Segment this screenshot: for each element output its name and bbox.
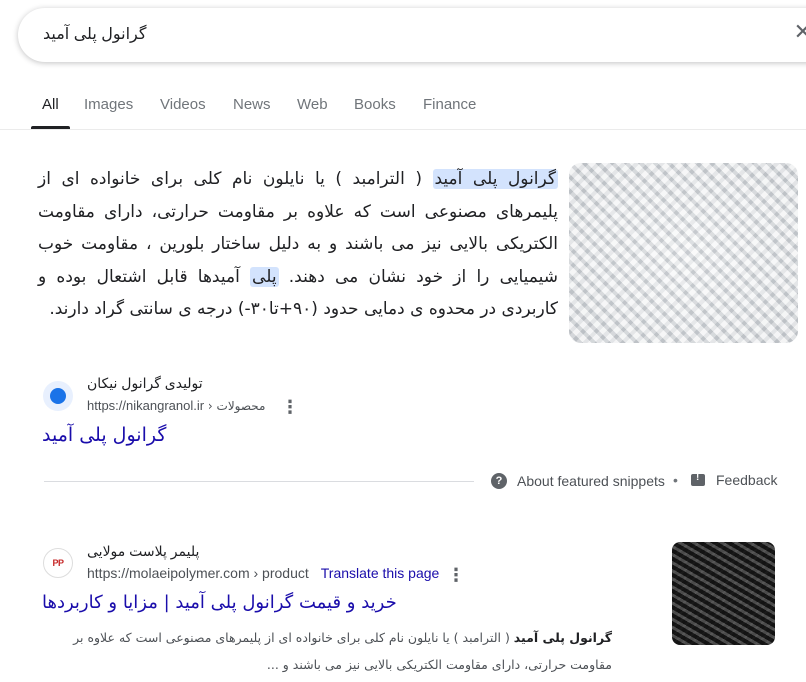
featured-snippet-text: گرانول پلی آمید ( الترامبد ) یا نایلون ن… bbox=[38, 163, 558, 326]
result-title-link[interactable]: خرید و قیمت گرانول پلی آمید | مزایا و کا… bbox=[42, 592, 397, 613]
tab-news[interactable]: News bbox=[233, 96, 271, 113]
globe-icon bbox=[50, 388, 66, 404]
tab-books[interactable]: Books bbox=[354, 96, 396, 113]
search-input[interactable]: گرانول پلی آمید bbox=[43, 24, 146, 44]
tab-all[interactable]: All bbox=[42, 96, 59, 113]
active-tab-indicator bbox=[31, 126, 70, 129]
search-box[interactable]: گرانول پلی آمید ✕ bbox=[18, 8, 806, 62]
result-description: گرانول پلی آمید ( الترامبد ) یا نایلون ن… bbox=[42, 624, 612, 678]
search-tabs: All Images Videos News Web Books Finance bbox=[0, 90, 806, 130]
source-name[interactable]: پلیمر پلاست مولایی bbox=[87, 543, 199, 560]
url-path: › محصولات bbox=[204, 399, 266, 413]
source-name[interactable]: تولیدی گرانول نیکان bbox=[87, 375, 203, 392]
source-url[interactable]: https://molaeipolymer.com › product Trans… bbox=[87, 565, 439, 581]
site-favicon: PP bbox=[43, 548, 73, 578]
help-icon[interactable]: ? bbox=[491, 473, 507, 489]
close-icon[interactable]: ✕ bbox=[794, 21, 806, 43]
more-options-icon[interactable]: ⋮ bbox=[281, 398, 299, 416]
more-options-icon[interactable]: ⋮ bbox=[447, 566, 465, 584]
snippet-image[interactable] bbox=[569, 163, 798, 343]
tab-videos[interactable]: Videos bbox=[160, 96, 206, 113]
tab-finance[interactable]: Finance bbox=[423, 96, 476, 113]
result-thumbnail[interactable] bbox=[672, 542, 775, 645]
snippet-highlight: پلی bbox=[250, 266, 279, 287]
source-url[interactable]: https://nikangranol.ir › محصولات bbox=[87, 398, 265, 413]
divider bbox=[44, 481, 474, 482]
site-favicon bbox=[43, 381, 73, 411]
url-domain: https://nikangranol.ir bbox=[87, 398, 205, 413]
feedback-link[interactable]: Feedback bbox=[716, 472, 777, 488]
feedback-icon[interactable] bbox=[691, 472, 705, 486]
separator-dot: • bbox=[673, 472, 678, 488]
about-featured-snippets-link[interactable]: About featured snippets bbox=[517, 473, 665, 489]
desc-bold: گرانول پلی آمید bbox=[513, 630, 612, 645]
tab-web[interactable]: Web bbox=[297, 96, 328, 113]
result-title-link[interactable]: گرانول پلی آمید bbox=[42, 424, 166, 446]
url-text: https://molaeipolymer.com › product bbox=[87, 565, 309, 581]
site-logo-icon: PP bbox=[52, 558, 64, 568]
snippet-highlight: گرانول پلی آمید bbox=[432, 169, 558, 189]
translate-link[interactable]: Translate this page bbox=[321, 565, 440, 581]
tab-images[interactable]: Images bbox=[84, 96, 133, 113]
